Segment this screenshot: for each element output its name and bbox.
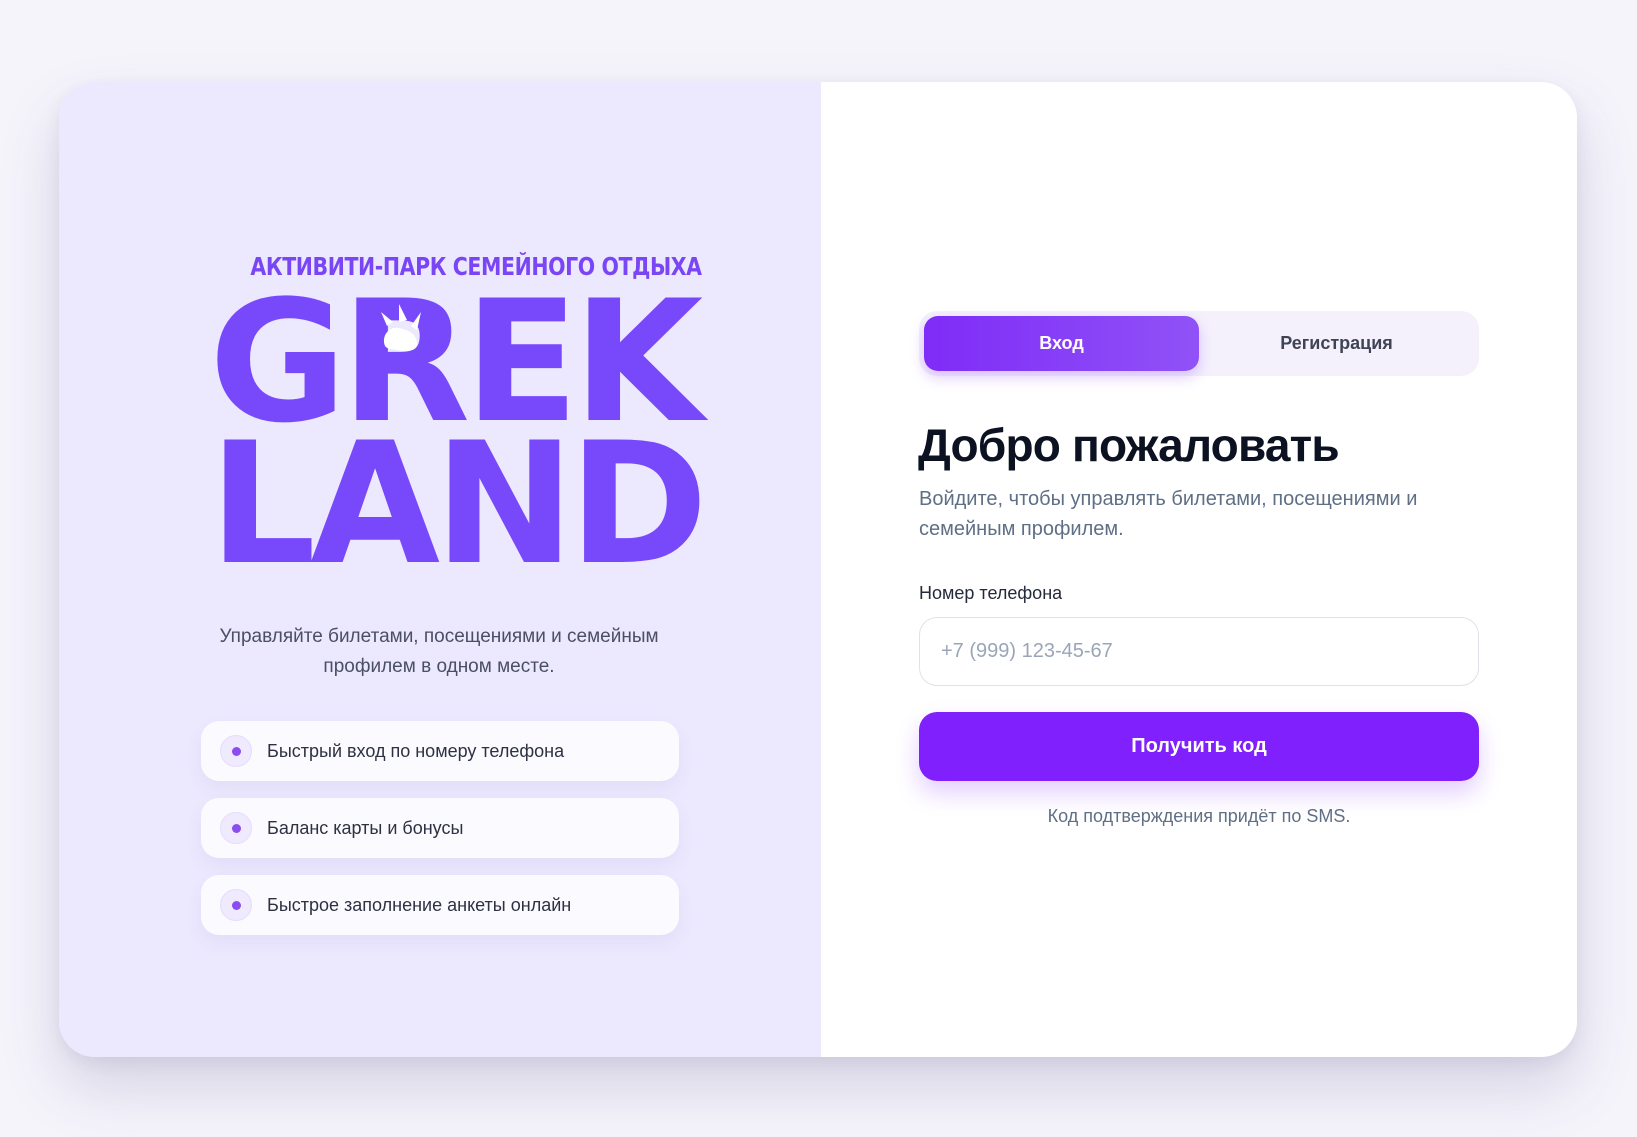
- feature-label: Быстрый вход по номеру телефона: [267, 740, 565, 761]
- login-panel: Вход Регистрация Добро пожаловать Войдит…: [821, 82, 1577, 1057]
- feature-item: Быстрое заполнение анкеты онлайн: [201, 875, 679, 935]
- sms-note: Код подтверждения придёт по SMS.: [1047, 806, 1351, 826]
- phone-input[interactable]: [919, 617, 1479, 686]
- page-subtitle: Войдите, чтобы управлять билетами, посещ…: [919, 488, 1418, 540]
- tab-login[interactable]: Вход: [924, 316, 1199, 371]
- auth-tabs: Вход Регистрация: [919, 311, 1479, 376]
- tab-register[interactable]: Регистрация: [1199, 316, 1474, 371]
- paw-icon: [381, 304, 421, 352]
- brand-panel: АКТИВИТИ-ПАРК СЕМЕЙНОГО ОТДЫХА GREK LAND…: [59, 82, 821, 1057]
- bullet-dot-icon: [220, 735, 252, 767]
- auth-card: АКТИВИТИ-ПАРК СЕМЕЙНОГО ОТДЫХА GREK LAND…: [59, 82, 1577, 1057]
- logo-word-land: LAND: [209, 406, 708, 602]
- feature-label: Баланс карты и бонусы: [267, 817, 464, 838]
- feature-label: Быстрое заполнение анкеты онлайн: [267, 894, 572, 915]
- page-title: Добро пожаловать: [918, 419, 1340, 471]
- brand-description: Управляйте билетами, посещениями и семей…: [219, 626, 659, 677]
- feature-list: Быстрый вход по номеру телефона Баланс к…: [201, 721, 679, 952]
- feature-item: Быстрый вход по номеру телефона: [201, 721, 679, 781]
- bullet-dot-icon: [220, 889, 252, 921]
- brand-logo: АКТИВИТИ-ПАРК СЕМЕЙНОГО ОТДЫХА GREK LAND: [209, 252, 708, 588]
- bullet-dot-icon: [220, 812, 252, 844]
- get-code-button[interactable]: Получить код: [919, 712, 1479, 781]
- feature-item: Баланс карты и бонусы: [201, 798, 679, 858]
- phone-field-label: Номер телефона: [919, 583, 1063, 603]
